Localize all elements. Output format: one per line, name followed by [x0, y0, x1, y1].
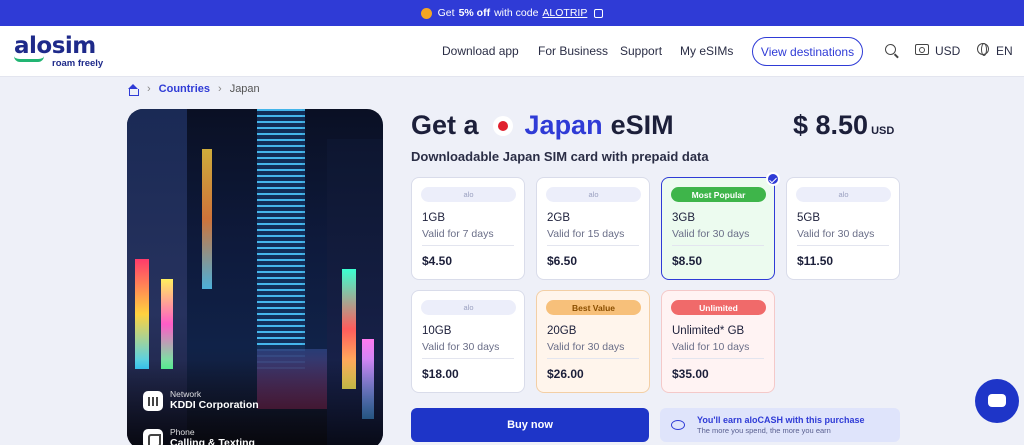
breadcrumb-current: Japan [229, 83, 260, 95]
plan-validity: Valid for 30 days [547, 341, 625, 353]
alo-badge: alo [421, 300, 516, 315]
network-label: Network [170, 389, 202, 399]
currency-icon[interactable] [915, 44, 929, 55]
nav-support[interactable]: Support [620, 44, 662, 58]
price-amount: $ 8.50 [793, 110, 869, 140]
unlimited-badge: Unlimited [671, 300, 766, 315]
alo-badge: alo [796, 187, 891, 202]
plan-price: $18.00 [422, 367, 459, 381]
chat-support-button[interactable] [975, 379, 1019, 423]
phone-info: Phone Calling & Texting [143, 427, 255, 445]
logo-wordmark: alosim [14, 33, 96, 59]
currency-selector[interactable]: USD [935, 44, 960, 58]
plan-data: 2GB [547, 212, 571, 224]
search-icon[interactable] [885, 44, 896, 55]
plan-price: $4.50 [422, 254, 453, 268]
page-subtitle: Downloadable Japan SIM card with prepaid… [411, 149, 709, 164]
buy-now-button[interactable]: Buy now [411, 408, 649, 442]
page-title: Get a Japan eSIM [411, 110, 674, 141]
title-prefix: Get a [411, 110, 479, 140]
promo-discount: 5% off [458, 7, 491, 19]
plan-validity: Valid for 30 days [797, 228, 875, 240]
site-header: alosim roam freely Download app For Busi… [0, 26, 1024, 77]
plan-data: 5GB [797, 212, 821, 224]
signal-icon [143, 390, 163, 411]
promo-prefix: Get [437, 7, 455, 19]
selected-price: $ 8.50 USD [793, 110, 894, 141]
plan-validity: Valid for 30 days [422, 341, 500, 353]
selected-check-icon [766, 172, 780, 186]
promo-middle: with code [494, 7, 539, 19]
plan-validity: Valid for 15 days [547, 228, 625, 240]
price-currency: USD [871, 125, 895, 137]
smile-emoji-icon [420, 7, 432, 19]
home-icon[interactable] [127, 83, 139, 96]
title-suffix: eSIM [610, 110, 674, 140]
alo-badge: alo [421, 187, 516, 202]
plan-price: $8.50 [672, 254, 703, 268]
network-value: KDDI Corporation [170, 399, 259, 411]
globe-icon[interactable] [977, 43, 989, 56]
nav-for-business[interactable]: For Business [538, 44, 608, 58]
chevron-right-icon: › [218, 83, 222, 95]
alocash-subtitle: The more you spend, the more you earn [697, 425, 831, 435]
plan-card-3gb[interactable]: Most Popular 3GB Valid for 30 days $8.50 [661, 172, 780, 280]
plan-price: $11.50 [797, 254, 834, 268]
plan-price: $35.00 [672, 367, 709, 381]
logo-tagline: roam freely [52, 58, 104, 69]
nav-my-esims[interactable]: My eSIMs [680, 44, 733, 58]
coin-stack-icon [671, 420, 685, 430]
plan-card-unlimited[interactable]: Unlimited Unlimited* GB Valid for 10 day… [661, 290, 775, 393]
view-destinations-button[interactable]: View destinations [752, 37, 863, 66]
plan-validity: Valid for 30 days [672, 228, 750, 240]
plan-price: $26.00 [547, 367, 584, 381]
alosim-logo[interactable]: alosim roam freely [14, 33, 103, 69]
logo-swoosh-icon [14, 56, 44, 62]
plan-card-5gb[interactable]: alo 5GB Valid for 30 days $11.50 [786, 177, 900, 280]
plan-data: 1GB [422, 212, 446, 224]
plan-data: 10GB [422, 325, 452, 337]
plan-card-2gb[interactable]: alo 2GB Valid for 15 days $6.50 [536, 177, 650, 280]
breadcrumb: › Countries › Japan [127, 83, 260, 96]
nav-download-app[interactable]: Download app [442, 44, 519, 58]
plan-data: 3GB [672, 212, 696, 224]
japan-hero-image: Network KDDI Corporation Phone Calling &… [127, 109, 383, 445]
alo-badge: alo [546, 187, 641, 202]
plan-validity: Valid for 7 days [422, 228, 494, 240]
language-selector[interactable]: EN [996, 44, 1013, 58]
title-country: Japan [524, 110, 603, 140]
japan-flag-icon [492, 115, 513, 136]
alocash-title: You'll earn aloCASH with this purchase [697, 414, 865, 425]
phone-value: Calling & Texting [170, 437, 255, 445]
plan-data: 20GB [547, 325, 577, 337]
best-value-badge: Best Value [546, 300, 641, 315]
plan-card-20gb[interactable]: Best Value 20GB Valid for 30 days $26.00 [536, 290, 650, 393]
breadcrumb-countries[interactable]: Countries [159, 83, 210, 95]
plan-card-1gb[interactable]: alo 1GB Valid for 7 days $4.50 [411, 177, 525, 280]
promo-banner: Get 5% off with code ALOTRIP [0, 0, 1024, 26]
phone-label: Phone [170, 427, 195, 437]
plan-card-10gb[interactable]: alo 10GB Valid for 30 days $18.00 [411, 290, 525, 393]
plan-price: $6.50 [547, 254, 578, 268]
alocash-banner: You'll earn aloCASH with this purchase T… [660, 408, 900, 442]
chevron-right-icon: › [147, 83, 151, 95]
most-popular-badge: Most Popular [671, 187, 766, 202]
phone-icon [143, 428, 163, 445]
network-info: Network KDDI Corporation [143, 389, 259, 412]
plan-data: Unlimited* GB [672, 325, 745, 337]
promo-code[interactable]: ALOTRIP [542, 7, 587, 19]
plan-validity: Valid for 10 days [672, 341, 750, 353]
copy-icon[interactable] [594, 8, 604, 18]
